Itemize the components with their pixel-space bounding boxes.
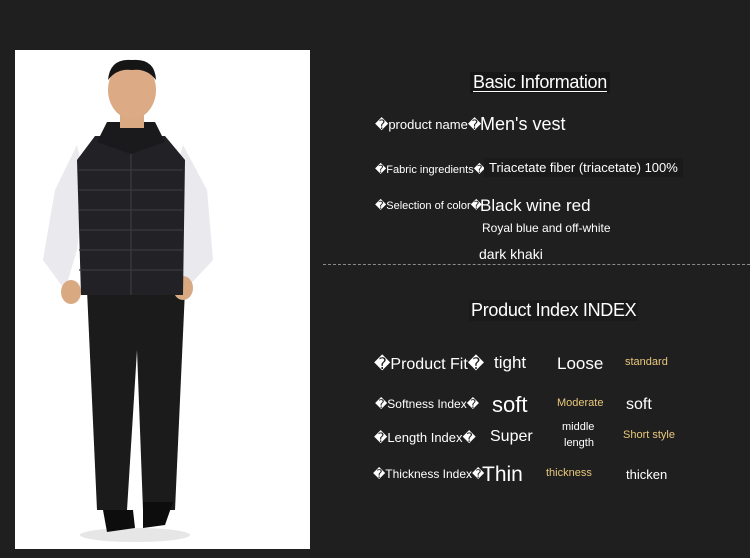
product-name-value: Men's vest xyxy=(480,114,566,134)
fabric-label: �Fabric ingredients� xyxy=(375,164,485,176)
product-name-label: �product name� xyxy=(375,117,482,132)
length-option-middle: middle xyxy=(562,421,595,433)
thickness-option-thicken: thicken xyxy=(626,467,668,482)
product-photo xyxy=(15,50,310,549)
softness-option-moderate: Moderate xyxy=(557,397,604,409)
product-index-title: Product Index INDEX xyxy=(469,300,639,321)
fit-option-tight: tight xyxy=(494,353,527,372)
softness-option-soft-2: soft xyxy=(626,396,652,413)
color-value-3: dark khaki xyxy=(479,246,543,262)
length-option-length: length xyxy=(564,437,594,449)
fabric-value: Triacetate fiber (triacetate) 100% xyxy=(484,158,683,177)
color-value-2: Royal blue and off-white xyxy=(482,221,611,235)
thickness-option-thickness: thickness xyxy=(546,467,592,479)
color-label: �Selection of color� xyxy=(375,200,482,212)
length-option-short: Short style xyxy=(623,429,675,441)
softness-option-soft: soft xyxy=(492,392,528,417)
thickness-label: �Thickness Index� xyxy=(373,467,485,481)
fit-option-loose: Loose xyxy=(557,354,604,373)
fit-option-standard: standard xyxy=(625,356,668,368)
thickness-option-thin: Thin xyxy=(482,463,523,486)
fit-label: �Product Fit� xyxy=(374,356,485,373)
length-option-super: Super xyxy=(490,428,533,445)
softness-label: �Softness Index� xyxy=(375,397,479,411)
basic-info-title: Basic Information xyxy=(470,72,610,93)
section-divider xyxy=(323,264,750,265)
model-illustration xyxy=(43,59,213,542)
length-label: �Length Index� xyxy=(374,430,476,445)
color-value-1: Black wine red xyxy=(480,196,591,215)
